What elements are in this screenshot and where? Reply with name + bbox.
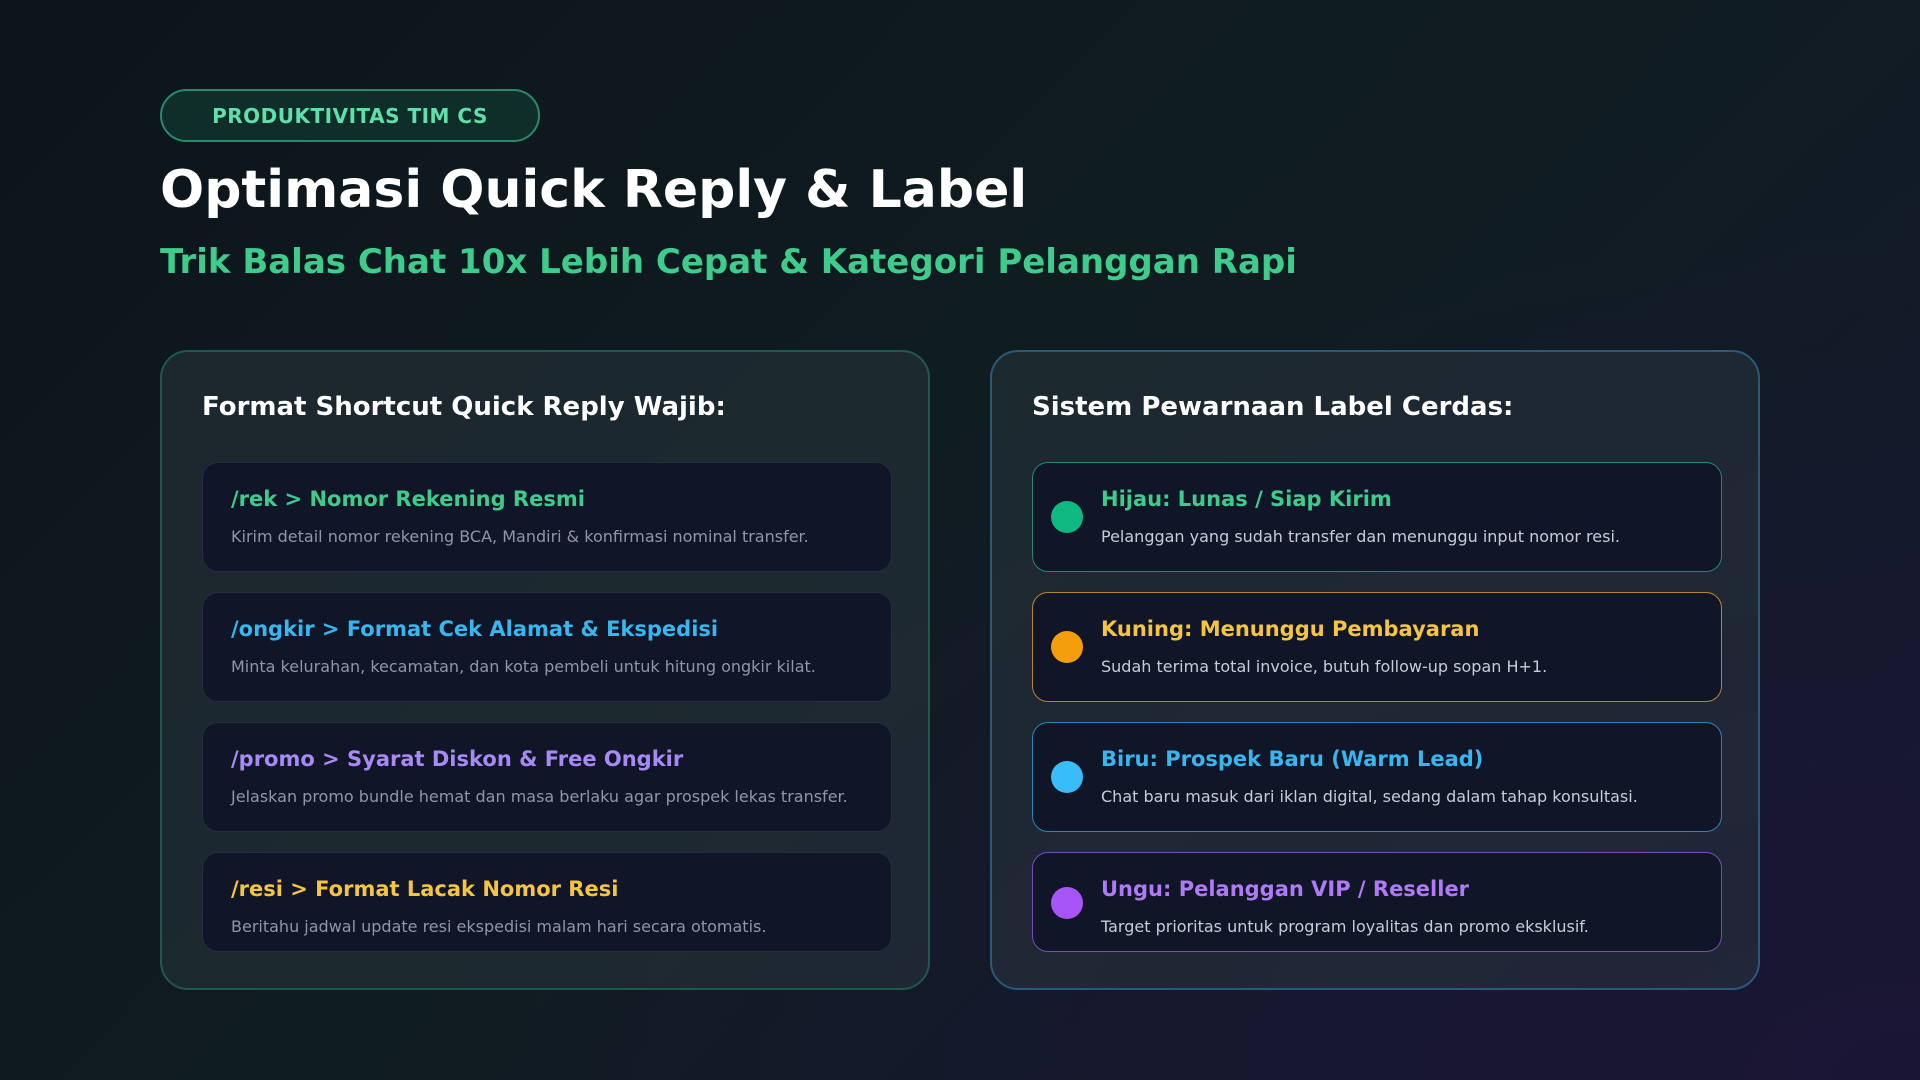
page-title: Optimasi Quick Reply & Label xyxy=(160,160,1028,220)
quick-reply-card-ongkir: /ongkir > Format Cek Alamat & Ekspedisi … xyxy=(202,592,892,702)
label-desc: Chat baru masuk dari iklan digital, seda… xyxy=(1101,787,1638,806)
label-heading: Biru: Prospek Baru (Warm Lead) xyxy=(1101,747,1484,771)
label-heading: Ungu: Pelanggan VIP / Reseller xyxy=(1101,877,1470,901)
quick-reply-card-rek: /rek > Nomor Rekening Resmi Kirim detail… xyxy=(202,462,892,572)
yellow-dot-icon xyxy=(1051,631,1083,663)
quick-reply-heading: /promo > Syarat Diskon & Free Ongkir xyxy=(231,747,684,771)
page-subtitle: Trik Balas Chat 10x Lebih Cepat & Katego… xyxy=(160,242,1297,282)
quick-reply-desc: Minta kelurahan, kecamatan, dan kota pem… xyxy=(231,657,816,676)
quick-reply-desc: Kirim detail nomor rekening BCA, Mandiri… xyxy=(231,527,809,546)
label-card-hijau: Hijau: Lunas / Siap Kirim Pelanggan yang… xyxy=(1032,462,1722,572)
label-desc: Sudah terima total invoice, butuh follow… xyxy=(1101,657,1548,676)
category-badge: PRODUKTIVITAS TIM CS xyxy=(160,89,540,142)
quick-reply-card-resi: /resi > Format Lacak Nomor Resi Beritahu… xyxy=(202,852,892,952)
purple-dot-icon xyxy=(1051,887,1083,919)
label-desc: Target prioritas untuk program loyalitas… xyxy=(1101,917,1589,936)
blue-dot-icon xyxy=(1051,761,1083,793)
label-heading: Kuning: Menunggu Pembayaran xyxy=(1101,617,1480,641)
label-desc: Pelanggan yang sudah transfer dan menung… xyxy=(1101,527,1620,546)
quick-reply-card-promo: /promo > Syarat Diskon & Free Ongkir Jel… xyxy=(202,722,892,832)
quick-reply-desc: Jelaskan promo bundle hemat dan masa ber… xyxy=(231,787,848,806)
quick-reply-heading: /rek > Nomor Rekening Resmi xyxy=(231,487,585,511)
green-dot-icon xyxy=(1051,501,1083,533)
label-card-ungu: Ungu: Pelanggan VIP / Reseller Target pr… xyxy=(1032,852,1722,952)
label-color-panel-title: Sistem Pewarnaan Label Cerdas: xyxy=(1032,392,1514,422)
quick-reply-heading: /resi > Format Lacak Nomor Resi xyxy=(231,877,619,901)
quick-reply-panel-title: Format Shortcut Quick Reply Wajib: xyxy=(202,392,726,422)
quick-reply-desc: Beritahu jadwal update resi ekspedisi ma… xyxy=(231,917,767,936)
label-card-biru: Biru: Prospek Baru (Warm Lead) Chat baru… xyxy=(1032,722,1722,832)
quick-reply-heading: /ongkir > Format Cek Alamat & Ekspedisi xyxy=(231,617,719,641)
label-color-panel: Sistem Pewarnaan Label Cerdas: Hijau: Lu… xyxy=(990,350,1760,990)
label-card-kuning: Kuning: Menunggu Pembayaran Sudah terima… xyxy=(1032,592,1722,702)
quick-reply-panel: Format Shortcut Quick Reply Wajib: /rek … xyxy=(160,350,930,990)
label-heading: Hijau: Lunas / Siap Kirim xyxy=(1101,487,1392,511)
